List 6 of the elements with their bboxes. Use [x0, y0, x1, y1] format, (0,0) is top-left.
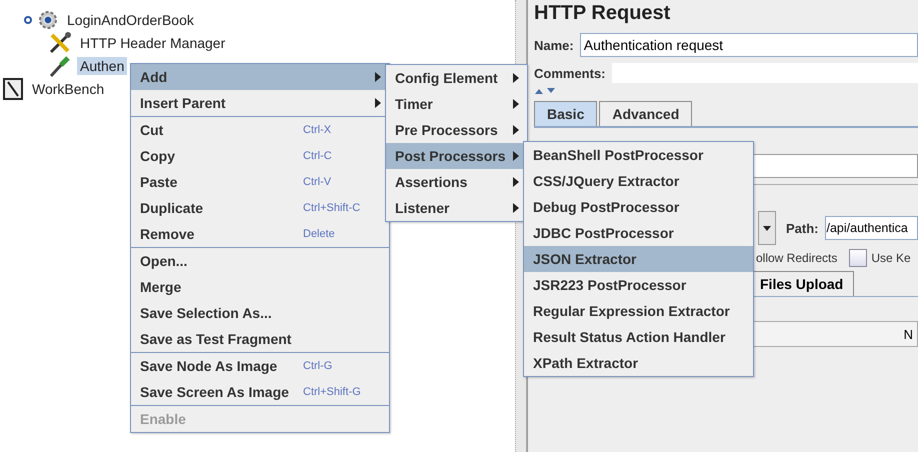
comments-label: Comments:: [534, 66, 606, 80]
follow-redirects-label: ollow Redirects: [756, 251, 838, 265]
path-label: Path:: [786, 220, 818, 236]
keepalive-label: Use Ke: [871, 251, 911, 265]
panel-title: HTTP Request: [534, 2, 672, 25]
name-label: Name:: [534, 38, 574, 52]
